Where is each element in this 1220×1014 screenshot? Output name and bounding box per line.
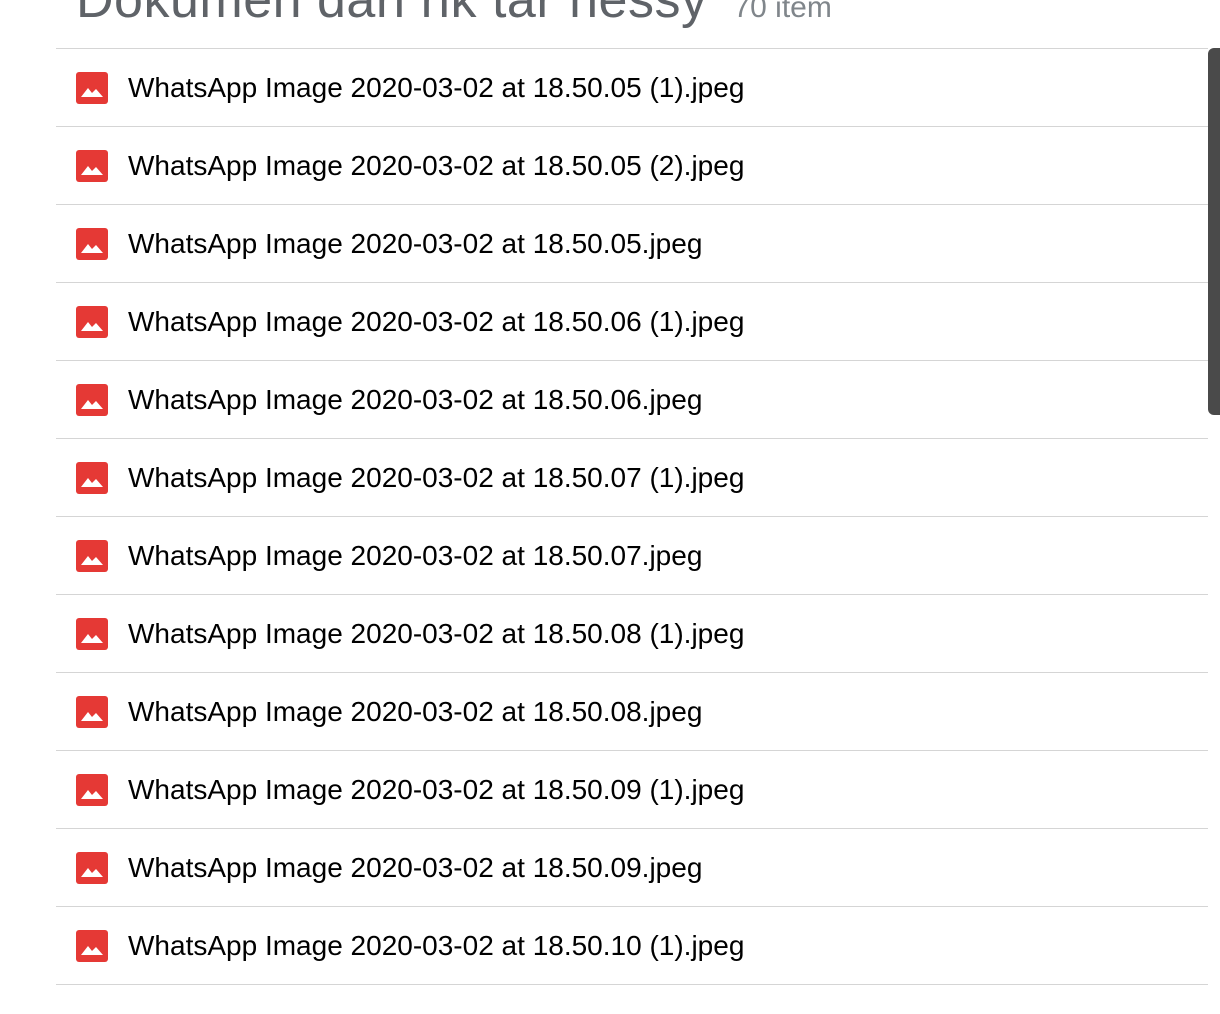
- file-name: WhatsApp Image 2020-03-02 at 18.50.05.jp…: [128, 227, 703, 259]
- file-name: WhatsApp Image 2020-03-02 at 18.50.05 (2…: [128, 149, 745, 181]
- image-file-icon: [76, 461, 108, 494]
- file-name: WhatsApp Image 2020-03-02 at 18.50.08 (1…: [128, 617, 745, 649]
- vertical-scrollbar[interactable]: [1208, 48, 1220, 1014]
- image-file-icon: [76, 617, 108, 650]
- file-name: WhatsApp Image 2020-03-02 at 18.50.05 (1…: [128, 71, 745, 103]
- file-row[interactable]: WhatsApp Image 2020-03-02 at 18.50.05.jp…: [56, 205, 1208, 283]
- image-file-icon: [76, 71, 108, 104]
- file-row[interactable]: WhatsApp Image 2020-03-02 at 18.50.08 (1…: [56, 595, 1208, 673]
- file-name: WhatsApp Image 2020-03-02 at 18.50.06.jp…: [128, 383, 703, 415]
- file-row[interactable]: WhatsApp Image 2020-03-02 at 18.50.08.jp…: [56, 673, 1208, 751]
- image-file-icon: [76, 305, 108, 338]
- file-row[interactable]: WhatsApp Image 2020-03-02 at 18.50.10 (1…: [56, 907, 1208, 985]
- image-file-icon: [76, 383, 108, 416]
- file-row[interactable]: WhatsApp Image 2020-03-02 at 18.50.09 (1…: [56, 751, 1208, 829]
- file-row[interactable]: WhatsApp Image 2020-03-02 at 18.50.06.jp…: [56, 361, 1208, 439]
- file-name: WhatsApp Image 2020-03-02 at 18.50.07.jp…: [128, 539, 703, 571]
- folder-header: Dokumen dari rik tar nessy 70 item: [76, 0, 832, 29]
- image-file-icon: [76, 227, 108, 260]
- file-row[interactable]: WhatsApp Image 2020-03-02 at 18.50.07 (1…: [56, 439, 1208, 517]
- file-list: WhatsApp Image 2020-03-02 at 18.50.05 (1…: [56, 48, 1208, 985]
- image-file-icon: [76, 695, 108, 728]
- file-row[interactable]: WhatsApp Image 2020-03-02 at 18.50.09.jp…: [56, 829, 1208, 907]
- folder-title: Dokumen dari rik tar nessy: [76, 0, 708, 29]
- image-file-icon: [76, 773, 108, 806]
- file-row[interactable]: WhatsApp Image 2020-03-02 at 18.50.05 (2…: [56, 127, 1208, 205]
- file-row[interactable]: WhatsApp Image 2020-03-02 at 18.50.07.jp…: [56, 517, 1208, 595]
- file-name: WhatsApp Image 2020-03-02 at 18.50.06 (1…: [128, 305, 745, 337]
- file-name: WhatsApp Image 2020-03-02 at 18.50.09 (1…: [128, 773, 745, 805]
- file-row[interactable]: WhatsApp Image 2020-03-02 at 18.50.06 (1…: [56, 283, 1208, 361]
- file-row[interactable]: WhatsApp Image 2020-03-02 at 18.50.05 (1…: [56, 49, 1208, 127]
- item-count: 70 item: [733, 0, 832, 24]
- file-name: WhatsApp Image 2020-03-02 at 18.50.07 (1…: [128, 461, 745, 493]
- image-file-icon: [76, 149, 108, 182]
- file-name: WhatsApp Image 2020-03-02 at 18.50.10 (1…: [128, 929, 745, 961]
- image-file-icon: [76, 851, 108, 884]
- image-file-icon: [76, 929, 108, 962]
- image-file-icon: [76, 539, 108, 572]
- scrollbar-thumb[interactable]: [1208, 48, 1220, 415]
- file-name: WhatsApp Image 2020-03-02 at 18.50.09.jp…: [128, 851, 703, 883]
- file-name: WhatsApp Image 2020-03-02 at 18.50.08.jp…: [128, 695, 703, 727]
